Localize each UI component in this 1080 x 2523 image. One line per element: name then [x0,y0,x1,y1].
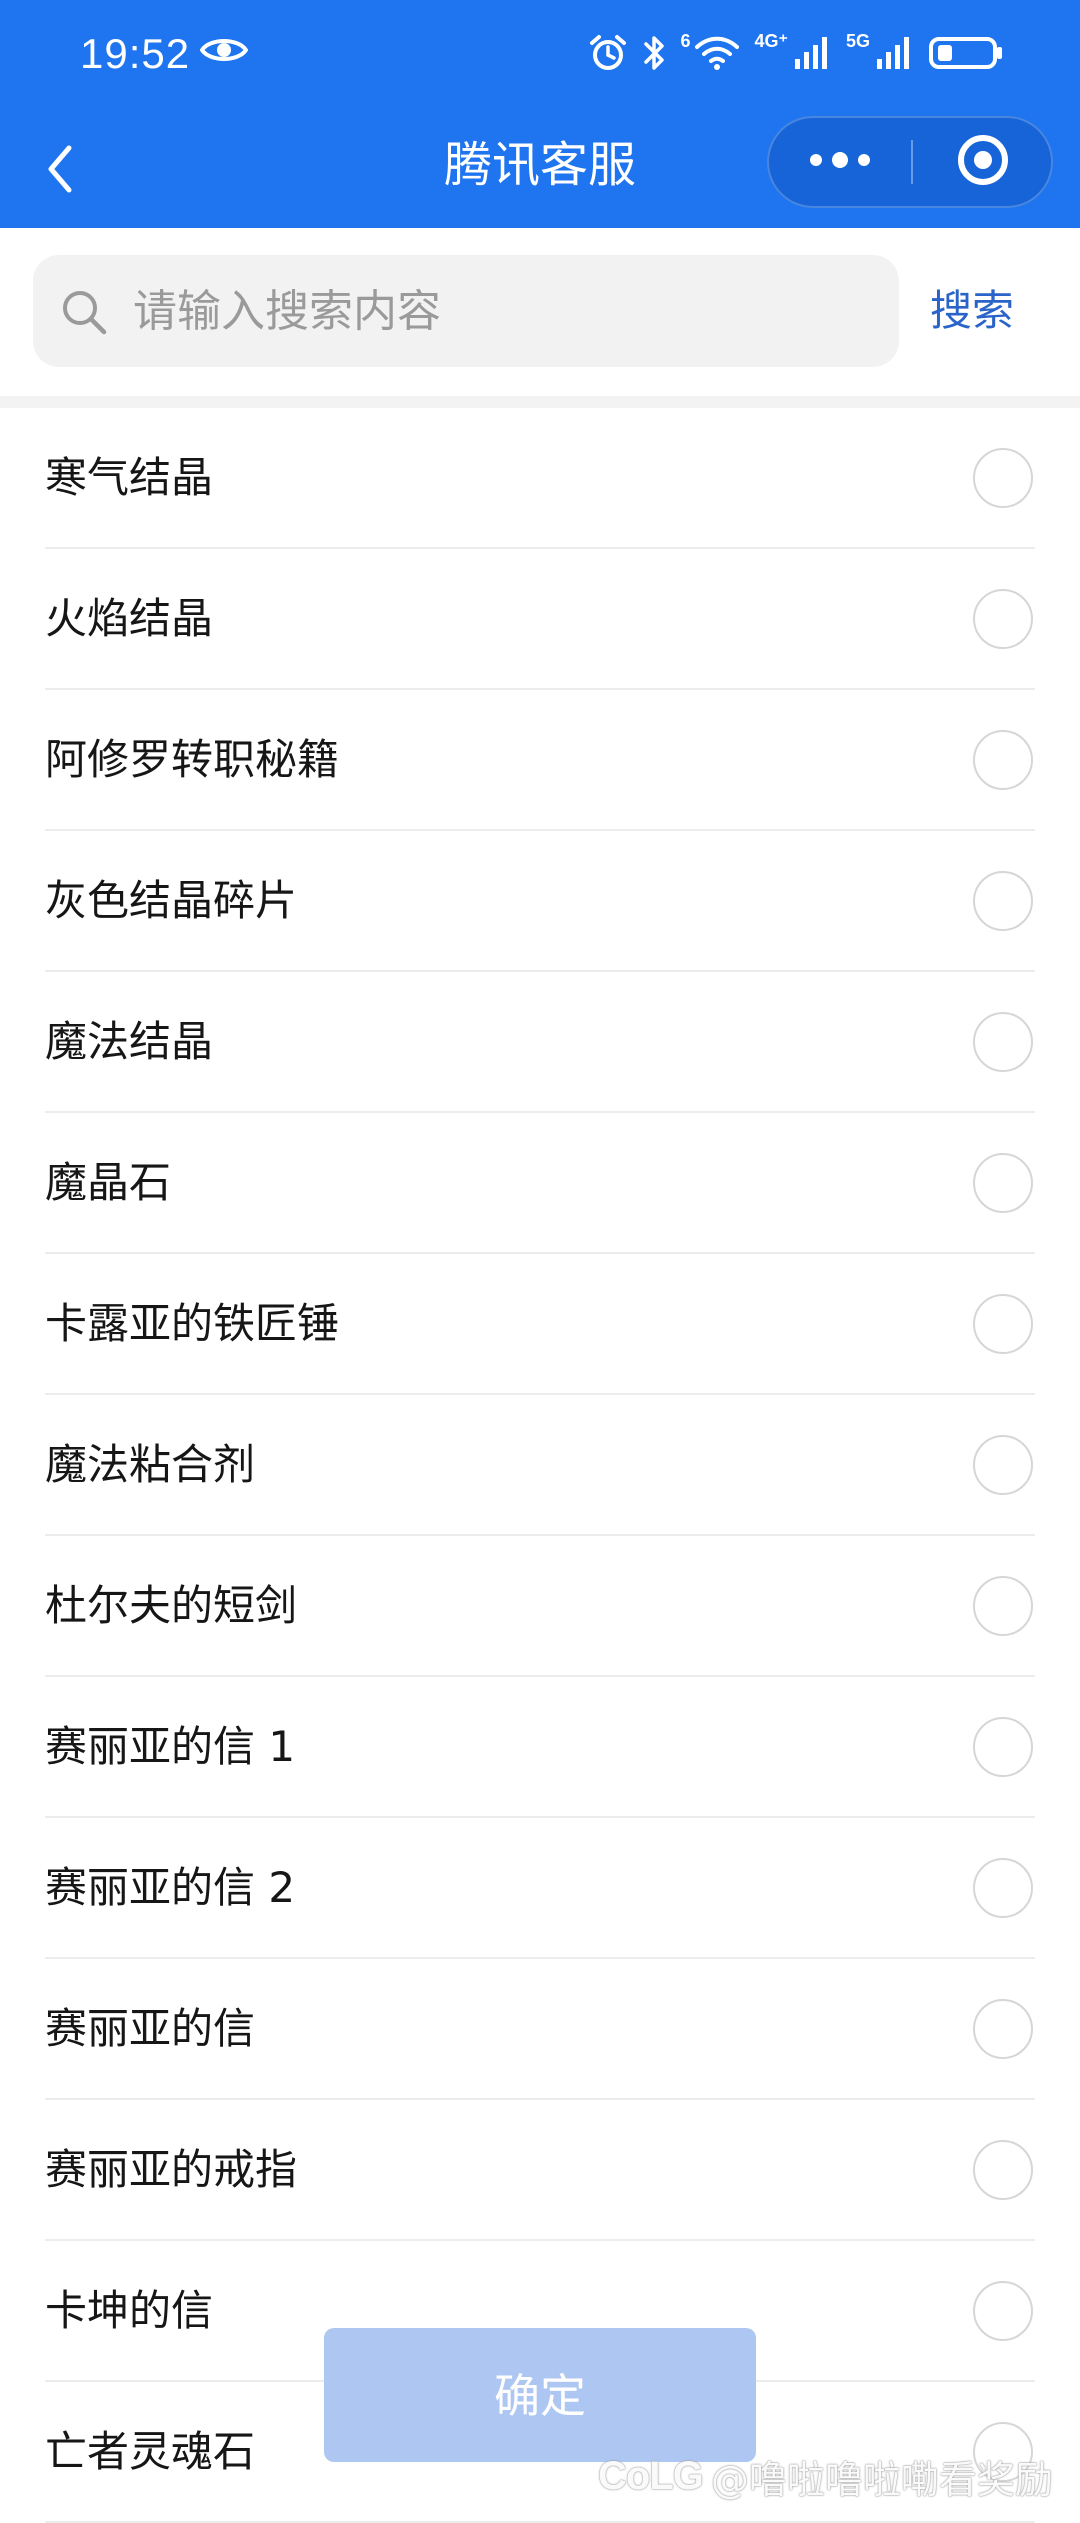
status-time: 19:52 [80,30,191,77]
signal2-label: 5G [845,31,870,51]
list-item-label: 魔法结晶 [45,1017,214,1066]
radio-button[interactable] [973,2281,1033,2341]
option-list: 寒气结晶火焰结晶阿修罗转职秘籍 灰色结晶碎片 魔法结晶魔晶石卡露亚的铁匠锤 魔法粘合剂… [0,408,1080,2523]
battery-icon [928,33,1004,77]
close-target-icon [955,132,1011,192]
radio-button[interactable] [973,1576,1033,1636]
signal1-label: 4G⁺ [754,31,788,51]
list-item-label: 赛丽亚的信 1 [45,1722,296,1771]
list-item[interactable]: 魔晶石 [0,1113,1080,1254]
search-bar: 搜索 [0,228,1080,396]
list-item[interactable]: 卡露亚的铁匠锤 [0,1254,1080,1395]
list-item[interactable]: 阿修罗转职秘籍 [0,690,1080,831]
list-item-label: 亡者灵魂石 [45,2427,256,2476]
wifi-label: 6 [680,31,691,51]
confirm-button[interactable]: 确定 [324,2328,756,2462]
bluetooth-icon [642,33,666,77]
radio-button[interactable] [973,448,1033,508]
list-item-label: 火焰结晶 [45,594,214,643]
miniprogram-capsule [767,116,1053,208]
status-bar: 19:52 6 4G⁺ 5G [0,0,1080,110]
list-item[interactable]: 赛丽亚的戒指 [0,2100,1080,2241]
watermark-text: @噜啦噜啦嘞看奖励 [710,2457,1053,2502]
radio-button[interactable] [973,2140,1033,2200]
radio-button[interactable] [973,1153,1033,1213]
radio-button[interactable] [973,1999,1033,2059]
list-item[interactable]: 赛丽亚的信 1 [0,1677,1080,1818]
list-item[interactable]: 魔法结晶 [0,972,1080,1113]
list-item[interactable]: 魔法粘合剂 [0,1395,1080,1536]
search-input[interactable] [133,255,873,367]
signal-icon [874,33,914,77]
search-icon [59,287,109,341]
more-button[interactable] [769,118,911,206]
radio-button[interactable] [973,1858,1033,1918]
list-item-label: 卡露亚的铁匠锤 [45,1299,340,1348]
list-item[interactable]: 赛丽亚的信 2 [0,1818,1080,1959]
radio-button[interactable] [973,730,1033,790]
more-dots-icon [808,152,872,172]
list-item-label: 赛丽亚的信 2 [45,1863,296,1912]
list-item-label: 魔法粘合剂 [45,1440,256,1489]
close-button[interactable] [913,118,1053,206]
list-item[interactable]: 赛丽亚的信 [0,1959,1080,2100]
list-item-label: 赛丽亚的戒指 [45,2145,298,2194]
list-item-label: 杜尔夫的短剑 [45,1581,298,1630]
list-item-label: 寒气结晶 [45,453,214,502]
list-item-label: 赛丽亚的信 [45,2004,256,2053]
search-button[interactable]: 搜索 [930,276,1014,346]
list-item-label: 魔晶石 [45,1158,172,1207]
search-box [33,255,899,367]
list-item[interactable]: 灰色结晶碎片 [0,831,1080,972]
list-item-label: 阿修罗转职秘籍 [45,735,340,784]
eye-icon [199,34,249,70]
list-item[interactable]: 火焰结晶 [0,549,1080,690]
radio-button[interactable] [973,1435,1033,1495]
wifi-icon [694,33,740,77]
list-item-label: 卡坤的信 [45,2286,214,2335]
radio-button[interactable] [973,1012,1033,1072]
radio-button[interactable] [973,1294,1033,1354]
alarm-icon [588,33,628,77]
status-icons: 6 4G⁺ 5G [588,30,1004,80]
nav-bar: 腾讯客服 [0,110,1080,228]
radio-button[interactable] [973,589,1033,649]
section-divider [0,396,1080,408]
signal-icon [792,33,832,77]
watermark: CoLG @噜啦噜啦嘞看奖励 [598,2448,1053,2504]
list-item[interactable]: 杜尔夫的短剑 [0,1536,1080,1677]
radio-button[interactable] [973,1717,1033,1777]
list-item-label: 灰色结晶碎片 [45,876,298,925]
header: 19:52 6 4G⁺ 5G 腾讯客服 [0,0,1080,228]
radio-button[interactable] [973,871,1033,931]
watermark-logo: CoLG [598,2453,704,2498]
list-item[interactable]: 寒气结晶 [0,408,1080,549]
